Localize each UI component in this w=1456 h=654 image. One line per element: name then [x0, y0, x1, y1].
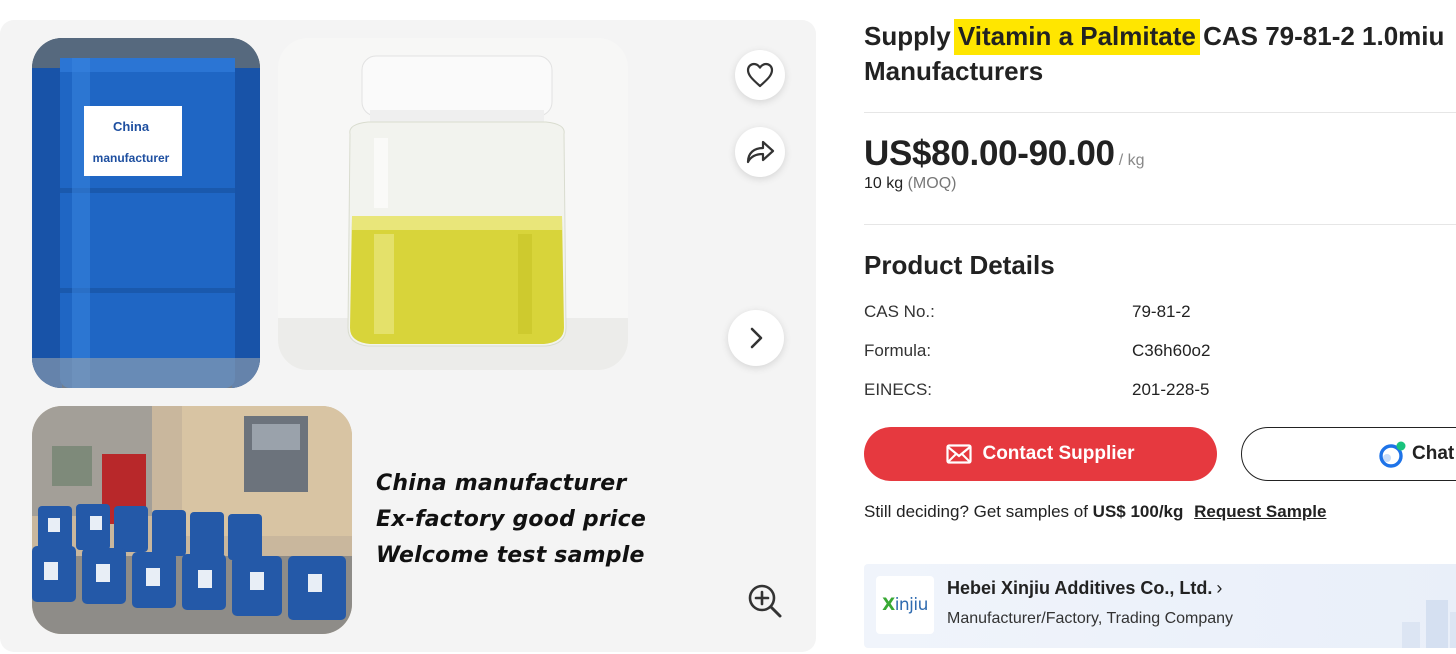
- moq: 10 kg (MOQ): [864, 175, 956, 193]
- request-sample-link[interactable]: Request Sample: [1194, 502, 1326, 521]
- detail-row: Formula: C36h60o2: [864, 341, 1364, 365]
- chat-button[interactable]: Chat: [1241, 427, 1456, 481]
- title-prefix: Supply: [864, 21, 958, 51]
- chat-icon: [1379, 441, 1406, 468]
- supplier-logo[interactable]: Xinjiu: [876, 576, 934, 634]
- product-image-warehouse[interactable]: [32, 406, 352, 634]
- details-heading: Product Details: [864, 250, 1055, 280]
- price-block: US$80.00-90.00/ kg: [864, 134, 1145, 174]
- sample-offer: Still deciding? Get samples of US$ 100/k…: [864, 502, 1326, 522]
- product-image-bottle[interactable]: [278, 38, 628, 370]
- slogan-line: Ex-factory good price: [376, 507, 646, 532]
- title-line2: Manufacturers: [864, 56, 1044, 86]
- detail-value: 79-81-2: [1132, 302, 1191, 321]
- contact-supplier-label: Contact Supplier: [982, 443, 1135, 464]
- detail-row: EINECS: 201-228-5: [864, 380, 1364, 404]
- promo-slogans: China manufacturer Ex-factory good price…: [376, 466, 646, 574]
- next-image-button[interactable]: [728, 310, 784, 366]
- supplier-card: Xinjiu Hebei Xinjiu Additives Co., Ltd. ›…: [864, 564, 1456, 648]
- zoom-in-icon: [748, 584, 782, 618]
- building-decoration-icon: [1402, 600, 1456, 648]
- slogan-line: Welcome test sample: [376, 543, 645, 568]
- product-image-drums[interactable]: China manufacturer: [32, 38, 260, 388]
- detail-key: EINECS:: [864, 380, 933, 399]
- mail-icon: [946, 444, 973, 464]
- price-value: US$80.00-90.00: [864, 134, 1115, 173]
- detail-key: CAS No.:: [864, 302, 935, 321]
- slogan-line: China manufacturer: [376, 471, 627, 496]
- supplier-business-type: Manufacturer/Factory, Trading Company: [947, 610, 1234, 627]
- divider: [864, 112, 1456, 113]
- drum-label-line2: manufacturer: [93, 151, 170, 165]
- sample-text: Still deciding? Get samples of: [864, 502, 1093, 521]
- supplier-name-link[interactable]: Hebei Xinjiu Additives Co., Ltd. ›: [947, 578, 1222, 599]
- price-unit: / kg: [1118, 152, 1145, 169]
- moq-label: (MOQ): [907, 175, 957, 192]
- title-suffix: CAS 79-81-2 1.0miu: [1195, 21, 1445, 51]
- heart-icon: [746, 62, 774, 88]
- contact-supplier-button[interactable]: Contact Supplier: [864, 427, 1217, 481]
- share-icon: [746, 140, 775, 164]
- title-highlight: Vitamin a Palmitate: [953, 19, 1200, 55]
- chevron-right-icon: ›: [1216, 578, 1223, 598]
- moq-value: 10 kg: [864, 175, 904, 192]
- detail-value: C36h60o2: [1132, 341, 1211, 360]
- detail-row: CAS No.: 79-81-2: [864, 302, 1364, 326]
- supplier-logo-x: X: [882, 595, 895, 615]
- product-gallery: China manufacturer China manufacturer Ex…: [0, 20, 816, 652]
- supplier-logo-text: Xinjiu: [882, 595, 928, 615]
- divider: [864, 224, 1456, 225]
- drum-label-line1: China: [113, 119, 150, 134]
- detail-value: 201-228-5: [1132, 380, 1210, 399]
- supplier-logo-rest: injiu: [894, 595, 929, 615]
- supplier-name: Hebei Xinjiu Additives Co., Ltd.: [947, 578, 1213, 598]
- sample-price: US$ 100/kg: [1092, 502, 1184, 521]
- chat-label: Chat: [1412, 443, 1455, 464]
- favorite-button[interactable]: [735, 50, 785, 100]
- zoom-button[interactable]: [744, 580, 786, 622]
- chevron-right-icon: [750, 327, 763, 349]
- product-title: Supply Vitamin a Palmitate CAS 79-81-2 1…: [864, 19, 1456, 89]
- detail-key: Formula:: [864, 341, 932, 360]
- share-button[interactable]: [735, 127, 785, 177]
